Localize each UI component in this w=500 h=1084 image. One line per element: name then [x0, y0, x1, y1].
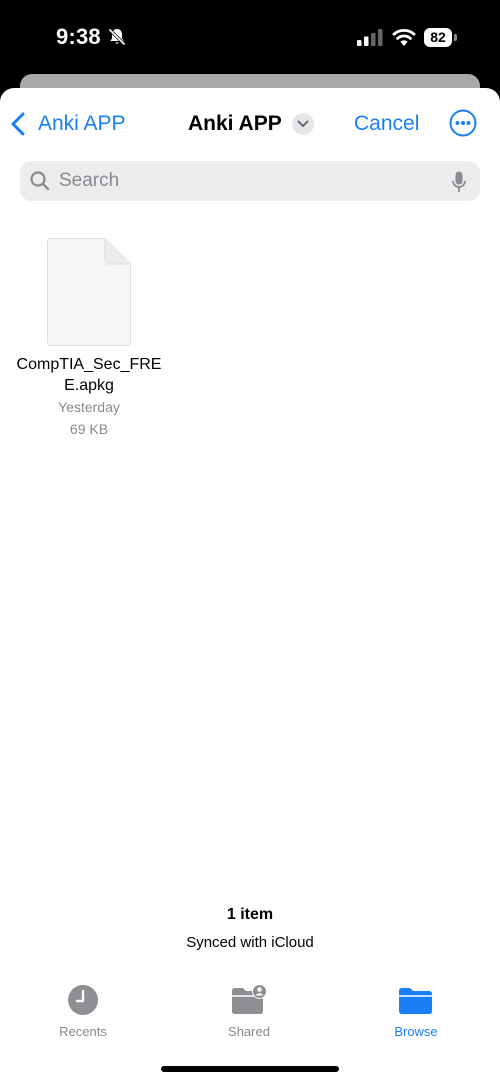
cancel-button[interactable]: Cancel — [354, 110, 419, 138]
cellular-signal-icon — [357, 29, 383, 46]
home-indicator[interactable] — [161, 1066, 339, 1072]
more-options-icon[interactable] — [449, 109, 477, 137]
folder-summary: 1 item Synced with iCloud — [0, 906, 500, 951]
bell-slash-icon — [108, 28, 126, 46]
document-icon — [47, 238, 131, 346]
tab-browse-label: Browse — [394, 1024, 438, 1039]
battery-cap — [454, 34, 457, 41]
back-button-label: Anki APP — [38, 112, 126, 135]
file-date: Yesterday — [58, 399, 120, 415]
wifi-icon — [392, 29, 416, 46]
file-picker-sheet: Anki APP Anki APP Cancel Search CompTIA_… — [0, 88, 500, 1084]
screen: 9:38 82 Anki APP Anki APP Cancel Search … — [0, 0, 500, 1084]
search-input[interactable] — [57, 162, 441, 200]
battery-level: 82 — [424, 28, 452, 47]
tab-bar: Recents Shared Browse — [0, 984, 500, 1044]
folder-title-menu[interactable]: Anki APP — [188, 110, 314, 138]
chevron-down-icon — [291, 113, 314, 135]
tab-shared-label: Shared — [228, 1024, 270, 1039]
back-button[interactable]: Anki APP — [10, 110, 126, 138]
item-count: 1 item — [226, 906, 274, 923]
search-bar[interactable] — [20, 161, 480, 201]
sync-status: Synced with iCloud — [186, 934, 314, 951]
chevron-left-icon — [11, 112, 25, 136]
microphone-icon[interactable] — [452, 171, 466, 193]
tab-recents-label: Recents — [59, 1024, 107, 1039]
status-time: 9:38 — [56, 24, 101, 49]
status-bar: 9:38 82 — [0, 0, 500, 75]
file-size: 69 KB — [69, 421, 109, 437]
folder-icon — [399, 988, 432, 1014]
file-name: CompTIA_Sec_FREE.apkg — [16, 356, 162, 394]
file-item[interactable]: CompTIA_Sec_FREE.apkg Yesterday 69 KB — [14, 238, 164, 440]
tab-shared[interactable]: Shared — [194, 984, 304, 1039]
tab-browse[interactable]: Browse — [361, 984, 471, 1039]
shared-folder-icon — [232, 984, 267, 1014]
tab-recents[interactable]: Recents — [28, 984, 138, 1039]
search-icon — [30, 171, 50, 191]
clock-icon — [68, 985, 98, 1015]
battery-indicator: 82 — [424, 28, 458, 47]
page-title: Anki APP — [188, 112, 282, 135]
